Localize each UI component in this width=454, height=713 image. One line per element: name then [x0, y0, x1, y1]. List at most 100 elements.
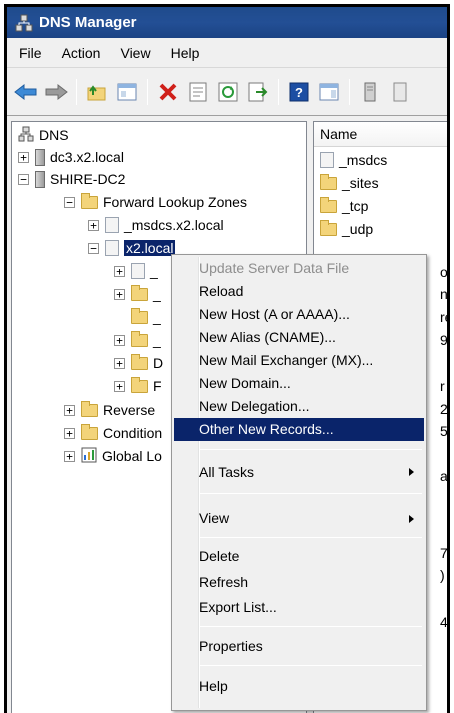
submenu-arrow-icon — [409, 515, 414, 523]
menu-action[interactable]: Action — [52, 45, 111, 61]
forward-arrow-icon[interactable] — [43, 79, 69, 105]
tree-item-label: F — [153, 378, 162, 394]
collapse-icon[interactable]: − — [88, 242, 99, 254]
tree-item-child[interactable]: _ — [131, 306, 161, 328]
tree-item-reverse-lookup-zones[interactable]: + Reverse — [64, 399, 155, 421]
tree-item-child[interactable]: + _ — [114, 260, 158, 282]
tree-item-dc3[interactable]: + dc3.x2.local — [18, 146, 124, 168]
tree-item-label: Forward Lookup Zones — [103, 194, 247, 210]
menu-item-new-mail-exchanger[interactable]: New Mail Exchanger (MX)... — [174, 349, 424, 372]
dns-manager-app-icon — [15, 14, 33, 32]
up-folder-icon[interactable] — [84, 79, 110, 105]
list-item-partial-text: r — [440, 378, 445, 394]
menu-item-label: View — [199, 510, 230, 526]
list-item-label: _msdcs — [339, 152, 388, 168]
menu-item-delete[interactable]: Delete — [174, 545, 424, 568]
menu-view[interactable]: View — [110, 45, 160, 61]
export-list-icon[interactable] — [245, 79, 271, 105]
menu-item-view[interactable]: View — [174, 507, 424, 530]
tree-item-label: Global Lo — [102, 448, 162, 464]
folder-icon — [320, 219, 337, 236]
folder-icon — [81, 192, 98, 209]
menu-item-reload[interactable]: Reload — [174, 280, 424, 303]
tree-item-label: Condition — [103, 425, 163, 441]
delete-icon[interactable] — [155, 79, 181, 105]
tree-item-label: _ — [150, 263, 158, 279]
menu-item-refresh[interactable]: Refresh — [174, 571, 424, 594]
menu-item-new-domain[interactable]: New Domain... — [174, 372, 424, 395]
tree-item-label: Reverse — [103, 402, 156, 418]
menu-item-new-alias[interactable]: New Alias (CNAME)... — [174, 326, 424, 349]
menu-item-new-delegation[interactable]: New Delegation... — [174, 395, 424, 418]
menu-help[interactable]: Help — [161, 45, 210, 61]
tree-item-dns-root[interactable]: DNS — [18, 124, 69, 146]
zone-icon[interactable] — [387, 79, 413, 105]
show-action-pane-icon[interactable] — [316, 79, 342, 105]
tree-item-label: _msdcs.x2.local — [124, 217, 224, 233]
tree-item-label: dc3.x2.local — [50, 149, 124, 165]
tree-item-child[interactable]: + _ — [114, 329, 161, 351]
expand-icon[interactable]: + — [18, 151, 29, 163]
expand-icon[interactable]: + — [114, 380, 125, 392]
expand-icon[interactable]: + — [114, 357, 125, 369]
tree-item-shire-dc2[interactable]: − SHIRE-DC2 — [18, 168, 125, 190]
tree-item-child[interactable]: + F — [114, 375, 162, 397]
folder-icon — [131, 330, 148, 347]
menu-item-new-host[interactable]: New Host (A or AAAA)... — [174, 303, 424, 326]
column-header-name[interactable]: Name — [314, 122, 447, 147]
menu-item-properties[interactable]: Properties — [174, 635, 424, 658]
dns-root-icon — [18, 126, 34, 145]
refresh-icon[interactable] — [215, 79, 241, 105]
expand-icon[interactable]: + — [64, 427, 75, 439]
server-icon[interactable] — [357, 79, 383, 105]
menu-item-help[interactable]: Help — [174, 675, 424, 698]
menu-item-export-list[interactable]: Export List... — [174, 596, 424, 619]
folder-icon — [131, 307, 148, 324]
list-item-partial-text: ) — [440, 567, 445, 583]
tree-item-global-logs[interactable]: + Global Lo — [64, 445, 162, 467]
tree-item-child[interactable]: + D — [114, 352, 163, 374]
tree-item-child[interactable]: + _ — [114, 283, 161, 305]
folder-icon — [320, 196, 337, 213]
tree-item-msdcs-zone[interactable]: + _msdcs.x2.local — [88, 214, 224, 236]
expand-icon[interactable]: + — [64, 450, 75, 462]
list-item-partial-text: 9 — [440, 332, 448, 348]
folder-icon — [131, 284, 148, 301]
back-arrow-icon[interactable] — [13, 79, 39, 105]
tree-item-label: _ — [153, 309, 161, 325]
expand-icon[interactable]: + — [114, 334, 125, 346]
list-item-label: _tcp — [342, 198, 369, 214]
menu-separator — [200, 626, 422, 627]
menu-item-all-tasks[interactable]: All Tasks — [174, 459, 424, 485]
tree-item-forward-lookup-zones[interactable]: − Forward Lookup Zones — [64, 191, 247, 213]
menu-item-label: All Tasks — [199, 464, 254, 480]
list-item[interactable]: _udp — [320, 218, 373, 240]
list-item-partial-text: a6f — [440, 468, 448, 484]
submenu-arrow-icon — [409, 468, 414, 476]
collapse-icon[interactable]: − — [64, 196, 75, 208]
list-item[interactable]: _msdcs — [320, 149, 387, 171]
list-item[interactable]: _sites — [320, 172, 379, 194]
tree-item-x2-local[interactable]: − x2.local — [88, 237, 176, 259]
properties-icon[interactable] — [185, 79, 211, 105]
list-item-partial-text: rec — [440, 309, 447, 325]
list-item[interactable]: _tcp — [320, 195, 368, 217]
help-icon[interactable]: ? — [286, 79, 312, 105]
toolbar-separator — [76, 78, 77, 105]
expand-icon[interactable]: + — [88, 219, 99, 231]
tree-item-conditional-forwarders[interactable]: + Condition — [64, 422, 162, 444]
expand-icon[interactable]: + — [114, 288, 125, 300]
toolbar: ? — [7, 68, 447, 116]
collapse-icon[interactable]: − — [18, 173, 29, 185]
menu-bar: File Action View Help — [7, 38, 447, 68]
show-hide-tree-icon[interactable] — [114, 79, 140, 105]
title-bar[interactable]: DNS Manager — [7, 7, 447, 38]
expand-icon[interactable]: + — [114, 265, 125, 277]
menu-file[interactable]: File — [7, 45, 52, 61]
list-item-partial-text: 4f7 — [440, 614, 448, 630]
expand-icon[interactable]: + — [64, 404, 75, 416]
zone-icon — [131, 263, 145, 279]
zone-icon — [320, 152, 334, 168]
menu-item-other-new-records[interactable]: Other New Records... — [174, 418, 424, 441]
list-item-partial-text: one — [440, 264, 448, 280]
